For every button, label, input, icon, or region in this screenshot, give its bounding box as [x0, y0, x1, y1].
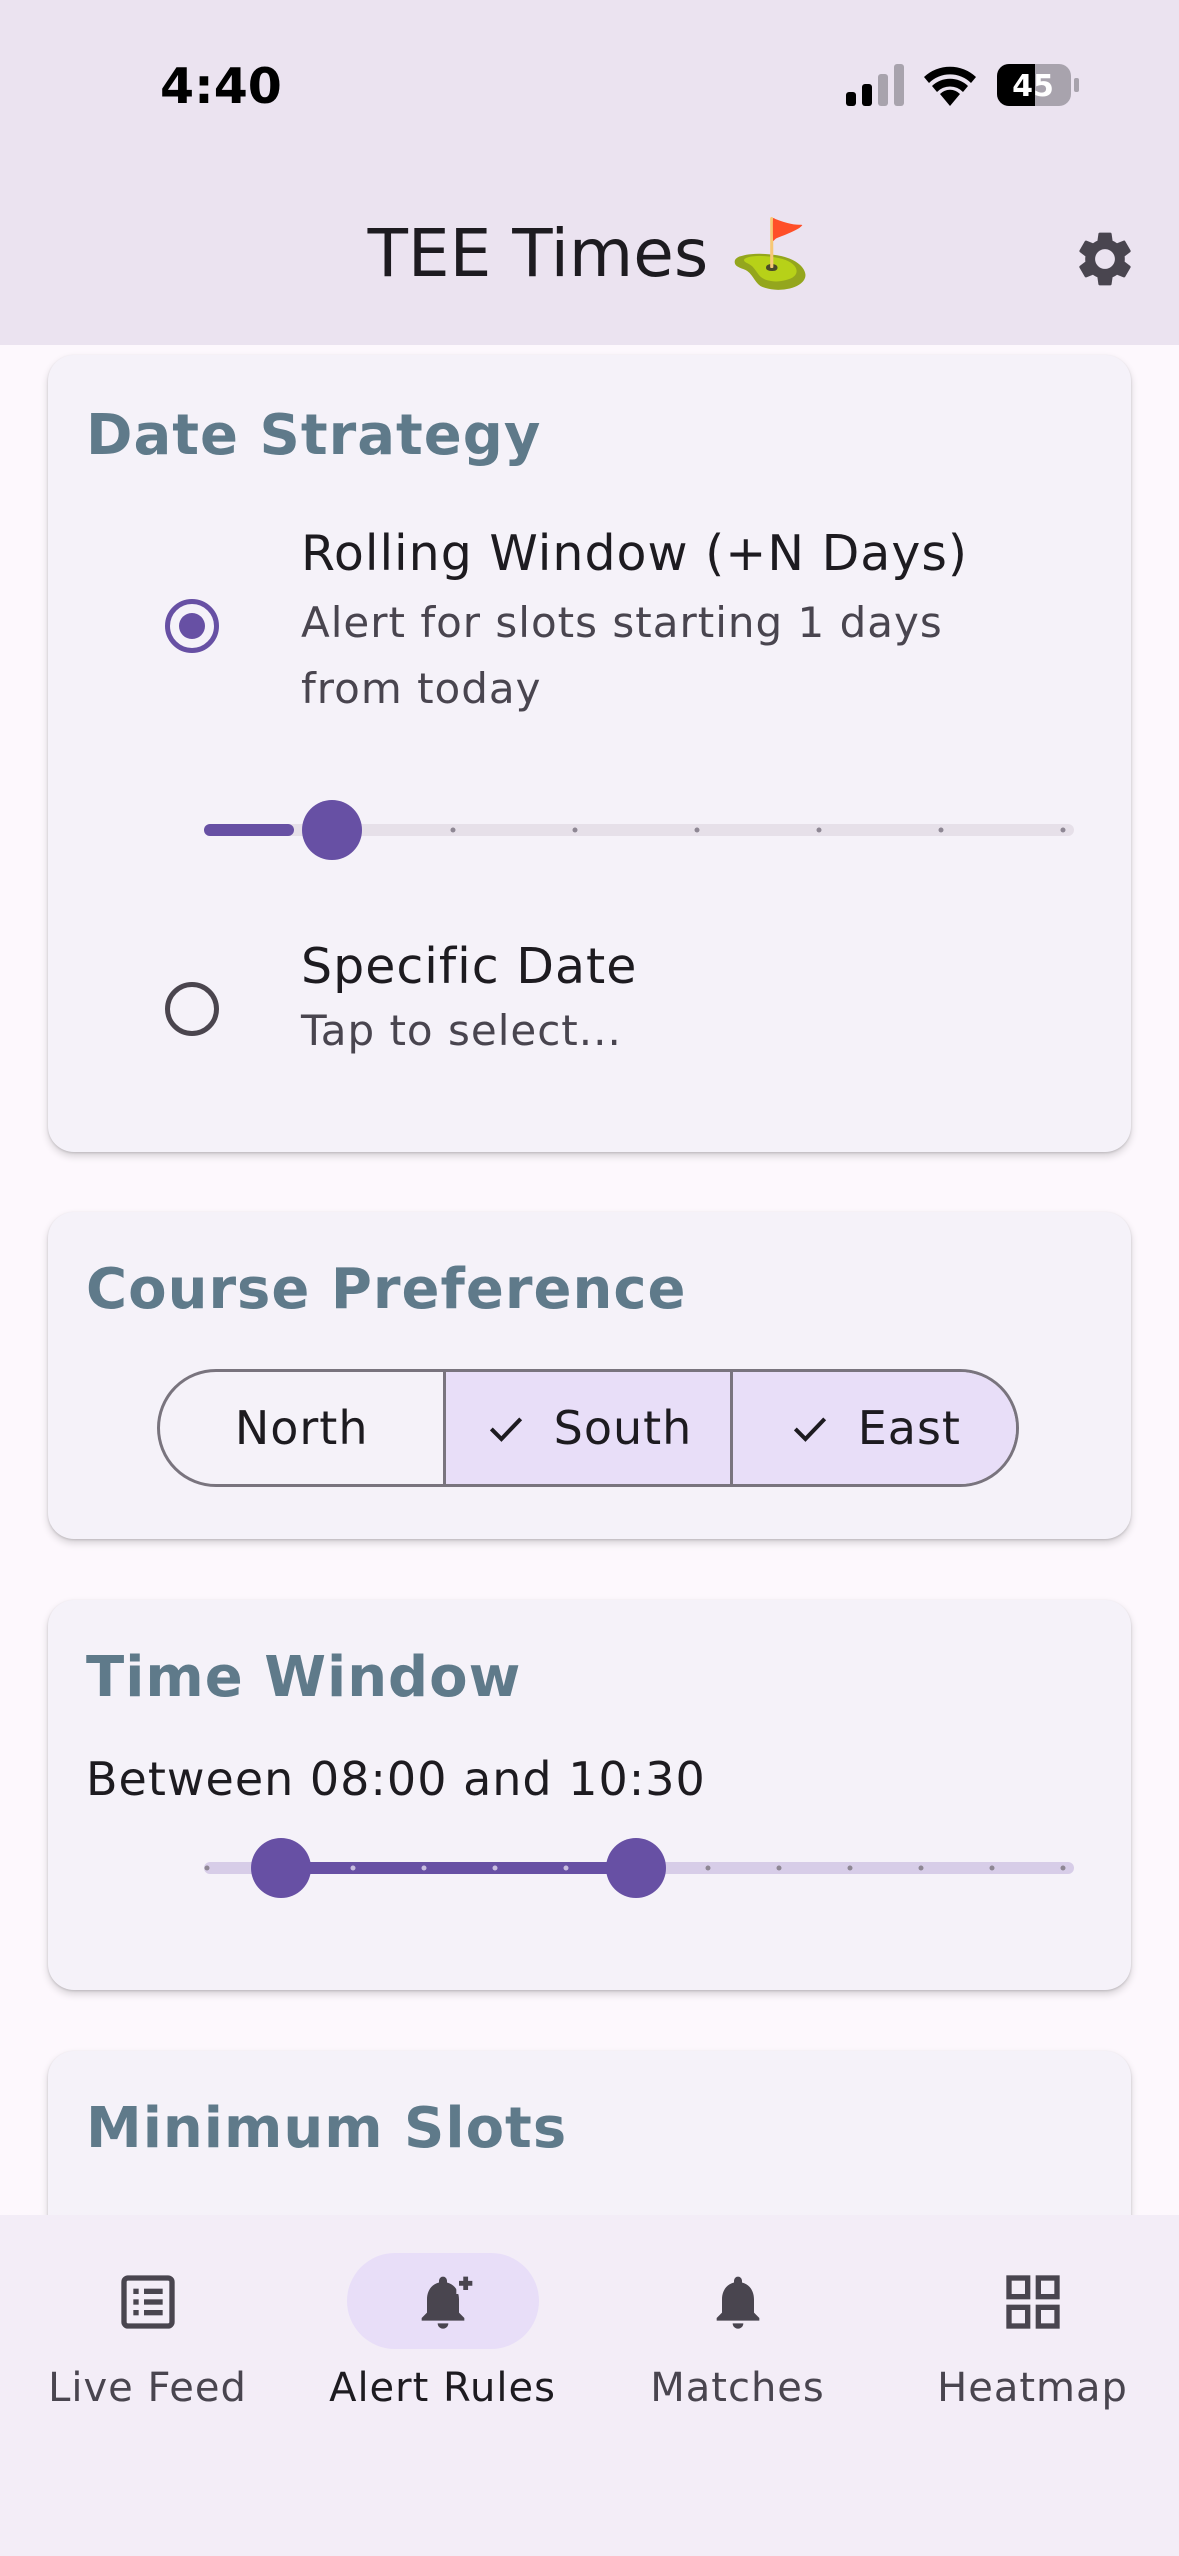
rolling-window-title: Rolling Window (+N Days)	[301, 525, 968, 582]
bell-icon	[716, 2276, 759, 2329]
status-icons: 45	[846, 64, 1079, 106]
rolling-window-radio[interactable]	[165, 599, 219, 653]
specific-date-radio[interactable]	[165, 982, 219, 1036]
check-icon	[489, 1417, 522, 1442]
radio-selected-dot	[179, 613, 205, 639]
course-east-label: East	[857, 1401, 961, 1455]
range-start-thumb	[251, 1838, 311, 1898]
range-end-thumb	[606, 1838, 666, 1898]
course-preference-title: Course Preference	[86, 1257, 687, 1322]
slider-active-track	[204, 824, 294, 836]
bottom-navigation-bar: Live Feed Alert Rules Matches Heatmap	[0, 2215, 1179, 2556]
nav-label-alert-rules: Alert Rules	[329, 2365, 556, 2411]
time-window-label: Between 08:00 and 10:30	[86, 1752, 706, 1806]
nav-label-heatmap: Heatmap	[937, 2365, 1128, 2411]
time-window-title: Time Window	[86, 1645, 522, 1710]
rolling-window-subtitle-line1: Alert for slots starting 1 days	[301, 598, 943, 647]
nav-item-alert-rules[interactable]: Alert Rules	[295, 2215, 590, 2435]
date-strategy-title: Date Strategy	[86, 403, 542, 468]
app-bar: 4:40 45 TEE Times ⛳	[0, 0, 1179, 345]
rolling-window-subtitle-line2: from today	[301, 664, 542, 713]
status-time: 4:40	[160, 58, 282, 115]
minimum-slots-title: Minimum Slots	[86, 2096, 568, 2161]
minimum-slots-card: Minimum Slots	[48, 2051, 1131, 2215]
course-north-label: North	[234, 1401, 369, 1455]
time-window-range-slider[interactable]	[144, 1830, 1074, 1906]
course-east-button[interactable]: East	[729, 1372, 1016, 1484]
bell-plus-icon	[421, 2272, 475, 2329]
course-south-label: South	[553, 1401, 693, 1455]
alert-rules-content[interactable]: Date Strategy Rolling Window (+N Days) A…	[0, 345, 1179, 2215]
range-active-track	[281, 1862, 636, 1874]
wifi-icon	[924, 66, 976, 106]
specific-date-subtitle: Tap to select...	[301, 1006, 622, 1055]
app-title: TEE Times ⛳	[367, 215, 812, 292]
nav-label-matches: Matches	[650, 2365, 825, 2411]
nav-label-live-feed: Live Feed	[48, 2365, 247, 2411]
battery-icon: 45	[997, 64, 1079, 106]
course-segmented-button: North South East	[157, 1369, 1019, 1487]
date-strategy-card: Date Strategy Rolling Window (+N Days) A…	[48, 355, 1131, 1152]
list-icon	[120, 2275, 175, 2329]
rolling-days-slider[interactable]	[144, 795, 1074, 865]
specific-date-title: Specific Date	[301, 938, 638, 995]
slider-thumb	[302, 800, 362, 860]
settings-gear-icon[interactable]	[1072, 226, 1138, 292]
nav-item-matches[interactable]: Matches	[590, 2215, 885, 2435]
course-south-button[interactable]: South	[443, 1372, 730, 1484]
grid-icon	[1005, 2275, 1060, 2329]
cellular-signal-icon	[846, 64, 904, 106]
check-icon	[793, 1417, 826, 1442]
nav-item-heatmap[interactable]: Heatmap	[885, 2215, 1179, 2435]
course-preference-card: Course Preference North South East	[48, 1212, 1131, 1539]
nav-item-live-feed[interactable]: Live Feed	[0, 2215, 295, 2435]
svg-text:45: 45	[1012, 69, 1054, 104]
course-north-button[interactable]: North	[160, 1372, 443, 1484]
time-window-card: Time Window Between 08:00 and 10:30	[48, 1600, 1131, 1990]
